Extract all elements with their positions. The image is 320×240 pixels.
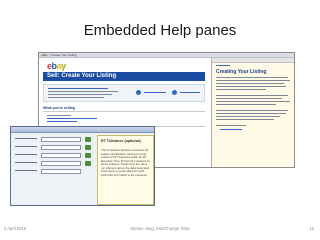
check-icon[interactable] xyxy=(85,145,91,150)
section-heading: What you're selling xyxy=(43,106,75,110)
check-icon[interactable] xyxy=(85,161,91,166)
dialog-help-pane: RT Tolerance (optional) This Ordination … xyxy=(97,135,154,205)
help-question-icon[interactable] xyxy=(136,90,141,95)
form-row xyxy=(15,161,93,166)
check-icon[interactable] xyxy=(85,153,91,158)
help-pane-title: Creating Your Listing xyxy=(216,69,267,75)
form-row xyxy=(15,137,93,142)
dialog-fields xyxy=(11,133,95,205)
dialog-help-body: This Ordination Solution constrains all … xyxy=(101,148,151,177)
help-pane-toolbar xyxy=(212,58,294,63)
text-field[interactable] xyxy=(41,145,81,150)
ebay-logo: ebay xyxy=(47,61,66,71)
form-row xyxy=(15,145,93,150)
form-row xyxy=(15,153,93,158)
form-row xyxy=(15,169,93,174)
slide-title: Embedded Help panes xyxy=(83,22,237,39)
sell-banner: Sell: Create Your Listing xyxy=(43,72,205,81)
settings-dialog: RT Tolerance (optional) This Ordination … xyxy=(10,126,155,206)
check-icon[interactable] xyxy=(85,137,91,142)
text-field[interactable] xyxy=(41,137,81,142)
sell-banner-title: Sell: Create Your Listing xyxy=(47,73,117,79)
help-question-icon[interactable] xyxy=(172,90,177,95)
page-number: 12 xyxy=(309,226,314,231)
text-field[interactable] xyxy=(41,169,81,174)
dialog-help-title: RT Tolerance (optional) xyxy=(101,139,141,143)
footer-author: Steven Jong, InterChange 2016 xyxy=(130,226,190,231)
help-strip xyxy=(43,84,205,102)
text-field[interactable] xyxy=(41,153,81,158)
text-field[interactable] xyxy=(41,161,81,166)
ebay-help-pane: Creating Your Listing xyxy=(211,58,294,167)
